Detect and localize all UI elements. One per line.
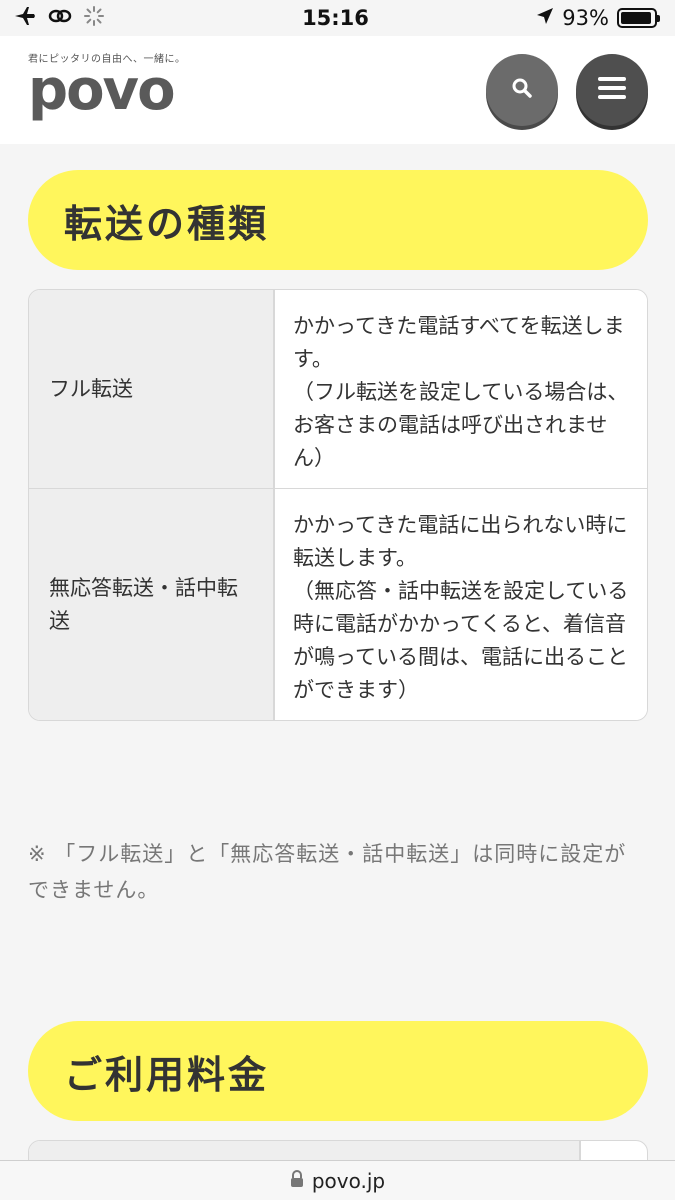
airplane-icon	[14, 6, 36, 31]
table-row-description-text: かかってきた電話に出られない時に転送します。 （無応答・話中転送を設定している時…	[293, 513, 629, 702]
section-heading-transfer-types: 転送の種類	[28, 170, 648, 270]
status-left	[14, 5, 214, 31]
status-right: 93%	[457, 6, 660, 30]
status-time: 15:16	[302, 6, 369, 30]
lock-icon	[290, 1169, 304, 1193]
table-row-description-text: かかってきた電話すべてを転送します。 （フル転送を設定している場合は、お客さまの…	[293, 314, 629, 470]
battery-level-fill	[620, 12, 651, 24]
loading-icon	[84, 5, 104, 31]
browser-address-bar[interactable]: povo.jp	[0, 1160, 675, 1200]
site-header: 君にピッタリの自由へ、一緒に。 povo	[0, 36, 675, 144]
table-row-description: かかってきた電話に出られない時に転送します。 （無応答・話中転送を設定している時…	[275, 489, 647, 720]
status-bar: 15:16 93%	[0, 0, 675, 36]
table-row-label: フル転送	[29, 290, 275, 488]
search-button[interactable]	[486, 54, 558, 126]
hamburger-menu-icon	[597, 76, 627, 104]
location-arrow-icon	[536, 6, 554, 30]
search-icon	[511, 77, 533, 103]
povo-logo[interactable]: 君にピッタリの自由へ、一緒に。 povo	[28, 50, 186, 119]
transfer-types-table: フル転送 かかってきた電話すべてを転送します。 （フル転送を設定している場合は、…	[28, 289, 648, 721]
browser-url: povo.jp	[311, 1168, 386, 1193]
table-row-description: かかってきた電話すべてを転送します。 （フル転送を設定している場合は、お客さまの…	[275, 290, 647, 488]
logo-wordmark: povo	[28, 58, 176, 123]
table-row: フル転送 かかってきた電話すべてを転送します。 （フル転送を設定している場合は、…	[29, 290, 647, 489]
table-row-label: 無応答転送・話中転送	[29, 489, 275, 720]
battery-icon	[616, 8, 660, 28]
menu-button[interactable]	[576, 54, 648, 126]
link-icon	[48, 6, 72, 30]
section-heading-fees: ご利用料金	[28, 1021, 648, 1121]
battery-percent: 93%	[562, 6, 609, 30]
table-row: 無応答転送・話中転送 かかってきた電話に出られない時に転送します。 （無応答・話…	[29, 489, 647, 720]
transfer-note: ※ 「フル転送」と「無応答転送・話中転送」は同時に設定ができません。	[28, 842, 627, 902]
